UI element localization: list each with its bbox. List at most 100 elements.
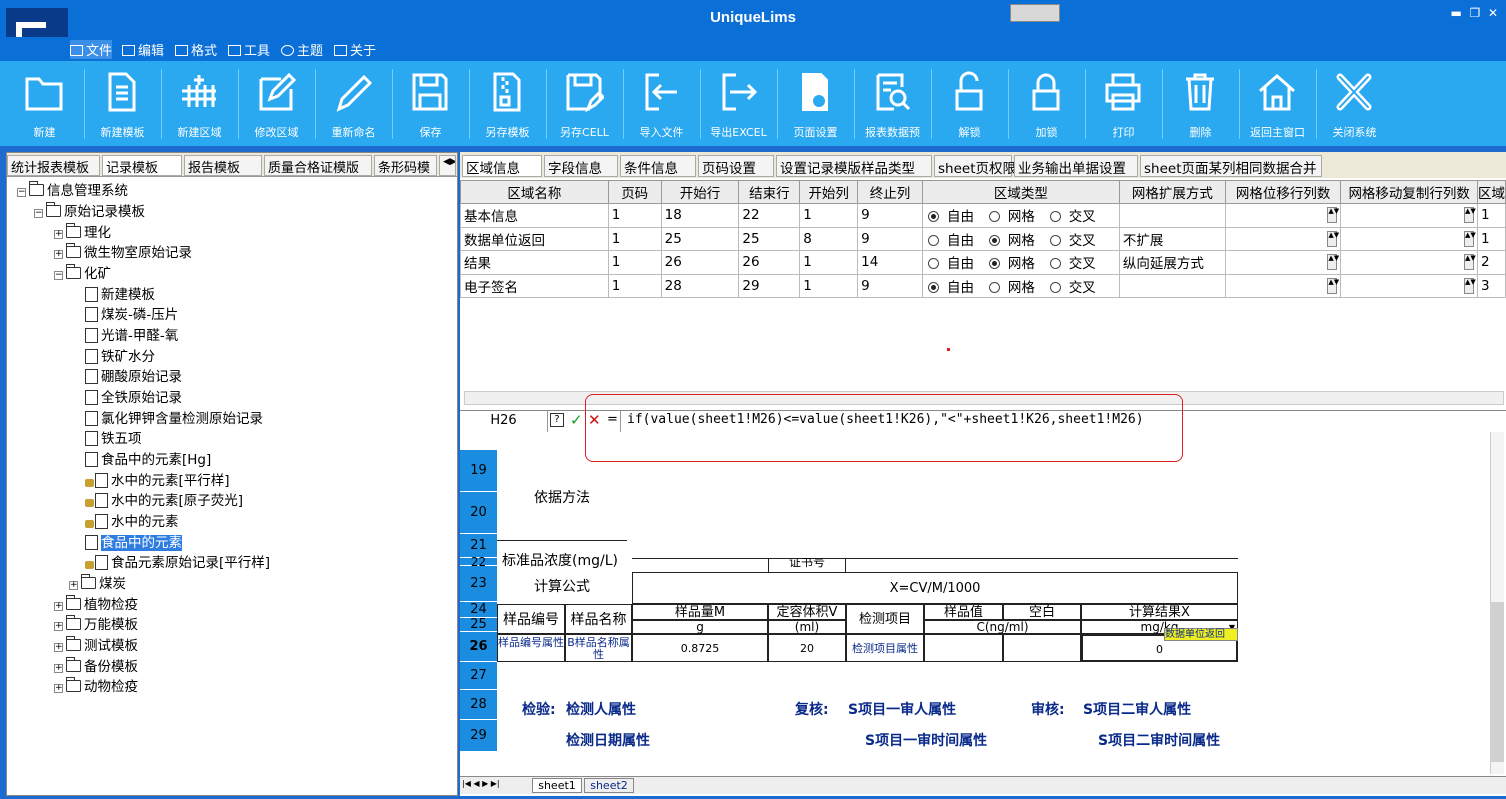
cell-start-col[interactable]: 8 (799, 226, 859, 251)
cell-name[interactable]: 数据单位返回 (460, 226, 609, 251)
cell-region[interactable]: 1 (1476, 226, 1506, 251)
tab-region-info[interactable]: 区域信息 (462, 155, 542, 177)
radio-grid[interactable] (988, 258, 1000, 270)
cell-start-col[interactable]: 1 (799, 203, 859, 228)
cell-end-col[interactable]: 9 (857, 226, 923, 251)
cell-shift[interactable]: ▲▼ (1224, 203, 1342, 228)
cell-shift[interactable]: ▲▼ (1224, 226, 1342, 251)
minimize-icon[interactable]: ▬ (1451, 6, 1462, 20)
cell-name[interactable]: 结果 (460, 250, 609, 275)
header-blank[interactable]: 空白 (1003, 604, 1081, 620)
layout-toggle[interactable] (1010, 4, 1060, 22)
spin-arrows-icon[interactable]: ▲▼ (1463, 277, 1476, 294)
tree-leaf[interactable]: 氯化钾钾含量检测原始记录 (85, 410, 263, 429)
cell-start-row[interactable]: 26 (660, 250, 740, 275)
row-header[interactable]: 28 (460, 690, 497, 720)
cell-copy[interactable]: ▲▼ (1340, 250, 1478, 275)
tree-leaf-locked[interactable]: 水中的元素 (85, 513, 179, 532)
date-2[interactable]: S项目一审时间属性 (865, 730, 987, 750)
cell-page[interactable]: 1 (607, 226, 662, 251)
row-header[interactable]: 27 (460, 662, 497, 690)
tab-report-template[interactable]: 报告模板 (184, 155, 262, 176)
page-settings-button[interactable]: 页面设置 (777, 61, 854, 146)
tab-condition-info[interactable]: 条件信息 (620, 155, 696, 177)
cell-copy[interactable]: ▲▼ (1340, 203, 1478, 228)
import-button[interactable]: 导入文件 (623, 61, 700, 146)
header-sample-no[interactable]: 样品编号 (497, 604, 565, 634)
menu-about[interactable]: 关于 (334, 40, 376, 59)
radio-free[interactable] (927, 234, 939, 246)
tab-merge-same-data[interactable]: sheet页面某列相同数据合并 (1140, 155, 1322, 177)
new-region-button[interactable]: 新建区域 (161, 61, 238, 146)
row-header[interactable]: 24 (460, 602, 497, 618)
radio-free[interactable] (927, 258, 939, 270)
cell-start-col[interactable]: 1 (799, 273, 859, 298)
radio-cross[interactable] (1049, 211, 1061, 223)
cell-expand[interactable]: 纵向延展方式 (1118, 250, 1226, 275)
cell-name[interactable]: 电子签名 (460, 273, 609, 298)
cell-region[interactable]: 1 (1476, 203, 1506, 228)
tree-leaf[interactable]: 煤炭-磷-压片 (85, 306, 178, 325)
edit-region-button[interactable]: 修改区域 (238, 61, 315, 146)
restore-icon[interactable]: ❐ (1470, 6, 1481, 20)
tree-leaf[interactable]: 光谱-甲醛-氧 (85, 327, 178, 346)
tree-node[interactable]: + 测试模板 (54, 636, 138, 656)
data-value[interactable] (924, 634, 1003, 662)
header-item[interactable]: 检测项目 (846, 604, 924, 634)
help-icon[interactable]: ? (550, 413, 564, 427)
tab-sheet-permissions[interactable]: sheet页权限 (934, 155, 1016, 177)
spreadsheet[interactable]: 19 20 21 22 23 24 25 26 27 28 29 依据方法 标准… (460, 432, 1506, 796)
row-header[interactable]: 20 (460, 492, 497, 534)
tab-barcode-template[interactable]: 条形码模 (374, 155, 437, 176)
header-volume[interactable]: 定容体积V (768, 604, 846, 620)
tree-node[interactable]: + 理化 (54, 223, 111, 243)
save-button[interactable]: 保存 (392, 61, 469, 146)
calc-formula-value[interactable]: X=CV/M/1000 (632, 572, 1238, 604)
sheet-nav-icon[interactable]: |◀ ◀ ▶ ▶| (462, 779, 500, 788)
radio-cross[interactable] (1049, 281, 1061, 293)
cell-page[interactable]: 1 (607, 250, 662, 275)
tree-node[interactable]: + 煤炭 (69, 574, 126, 594)
radio-grid[interactable] (988, 211, 1000, 223)
radio-free[interactable] (927, 281, 939, 293)
cell-shift[interactable]: ▲▼ (1224, 250, 1342, 275)
tree-node[interactable]: + 微生物室原始记录 (54, 243, 192, 263)
tree-leaf-locked[interactable]: 食品元素原始记录[平行样] (85, 554, 270, 573)
cell-start-row[interactable]: 18 (660, 203, 740, 228)
spin-arrows-icon[interactable]: ▲▼ (1327, 230, 1339, 247)
cell-expand[interactable] (1118, 273, 1226, 298)
row-header[interactable]: 25 (460, 618, 497, 632)
unit-volume[interactable]: (ml) (768, 620, 846, 634)
cell-end-row[interactable]: 22 (738, 203, 801, 228)
row-header[interactable]: 26 (460, 632, 497, 662)
new-button[interactable]: 新建 (6, 61, 83, 146)
cell-region-type[interactable]: 自由 网格 交叉 (921, 273, 1120, 298)
tab-page-settings[interactable]: 页码设置 (698, 155, 774, 177)
save-cell-button[interactable]: 另存CELL (546, 61, 623, 146)
row-header[interactable]: 19 (460, 450, 497, 492)
inspect-value[interactable]: 检测人属性 (566, 699, 636, 719)
tree-node[interactable]: + 万能模板 (54, 615, 138, 635)
tree-node[interactable]: + 备份模板 (54, 657, 138, 677)
exit-system-button[interactable]: 关闭系统 (1316, 61, 1393, 146)
header-mass[interactable]: 样品量M (632, 604, 768, 620)
header-value[interactable]: 样品值 (924, 604, 1003, 620)
cell-end-row[interactable]: 26 (738, 250, 801, 275)
data-volume[interactable]: 20 (768, 634, 846, 662)
header-sample-name[interactable]: 样品名称 (565, 604, 632, 634)
tab-scroll-arrows[interactable]: ◀▶ (439, 155, 456, 176)
tab-quality-cert-template[interactable]: 质量合格证模版 (264, 155, 372, 176)
table-row[interactable]: 结果 1 26 26 1 14 自由 网格 交叉 纵向延展方式 ▲▼ ▲▼ 2 (460, 250, 1506, 275)
spin-arrows-icon[interactable]: ▲▼ (1327, 277, 1339, 294)
tree-leaf[interactable]: 新建模板 (85, 286, 155, 305)
report-preview-button[interactable]: 报表数据预 (854, 61, 931, 146)
table-row[interactable]: 基本信息 1 18 22 1 9 自由 网格 交叉 ▲▼ ▲▼ 1 (460, 203, 1506, 228)
cell-start-row[interactable]: 28 (660, 273, 740, 298)
audit-value[interactable]: S项目二审人属性 (1083, 699, 1191, 719)
lock-button[interactable]: 加锁 (1008, 61, 1085, 146)
data-item[interactable]: 检测项目属性 (846, 634, 924, 662)
menu-theme[interactable]: 主题 (281, 40, 323, 59)
cell-shift[interactable]: ▲▼ (1224, 273, 1342, 298)
radio-cross[interactable] (1049, 234, 1061, 246)
tab-field-info[interactable]: 字段信息 (544, 155, 618, 177)
